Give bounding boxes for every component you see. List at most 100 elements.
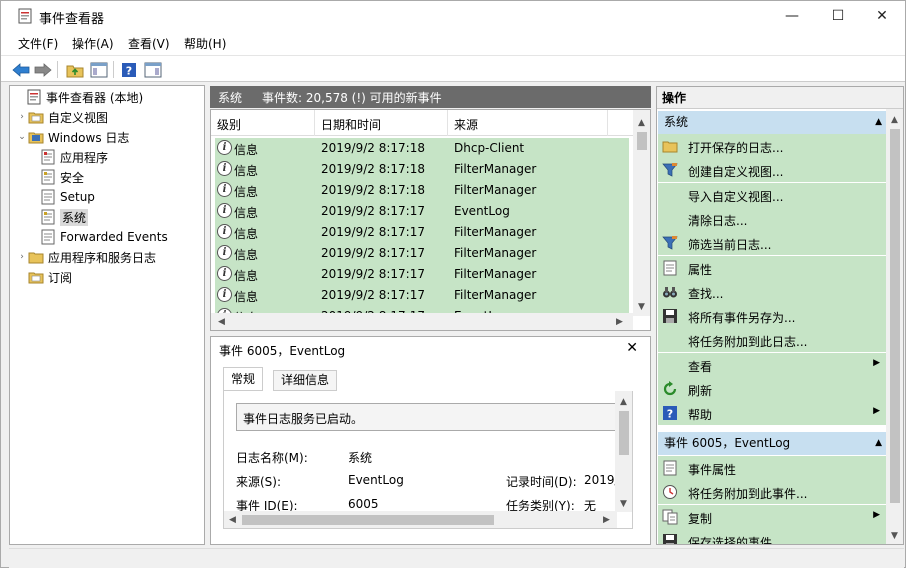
actions-section-event[interactable]: 事件 6005，EventLog ▲ xyxy=(658,432,888,455)
event-list-vscrollbar[interactable]: ▲ ▼ xyxy=(633,110,650,316)
action-item[interactable]: 将任务附加到此事件... xyxy=(658,480,888,505)
scroll-right-icon[interactable]: ▶ xyxy=(598,511,615,528)
info-icon: i xyxy=(217,203,232,218)
action-item[interactable]: 属性 xyxy=(658,255,888,280)
action-label: 刷新 xyxy=(688,384,713,398)
scroll-down-icon[interactable]: ▼ xyxy=(615,495,632,512)
collapse-arrow-icon[interactable]: ⌄ xyxy=(16,132,28,142)
scroll-down-icon[interactable]: ▼ xyxy=(633,298,650,315)
status-bar xyxy=(9,548,904,568)
event-row[interactable]: i信息 2019/9/2 8:17:17 EventLog xyxy=(215,201,629,222)
maximize-button[interactable]: ☐ xyxy=(815,1,861,31)
folder-icon xyxy=(662,141,678,153)
cell-level: 信息 xyxy=(234,248,259,262)
expand-arrow-icon[interactable]: › xyxy=(16,252,28,262)
menu-view[interactable]: 查看(V) xyxy=(128,35,170,52)
help-icon[interactable]: ? xyxy=(119,60,139,79)
log-icon xyxy=(41,209,55,225)
tree-item-setup[interactable]: Setup xyxy=(40,187,95,207)
minimize-button[interactable]: — xyxy=(769,1,815,31)
cell-source: Dhcp-Client xyxy=(454,141,525,155)
event-row[interactable]: i 信息 2019/9/2 8:17:17 FilterManager xyxy=(215,243,629,264)
action-item[interactable]: 保存选择的事件... xyxy=(658,528,888,544)
event-list-hscrollbar[interactable]: ◀ ▶ xyxy=(211,313,633,330)
forward-icon[interactable] xyxy=(33,60,53,79)
tree-item-security[interactable]: 安全 xyxy=(40,167,84,187)
event-row[interactable]: i 信息 2019/9/2 8:17:17 FilterManager xyxy=(215,264,629,285)
scroll-thumb[interactable] xyxy=(637,132,647,150)
scroll-left-icon[interactable]: ◀ xyxy=(213,313,230,330)
event-list-header: 级别 日期和时间 来源 xyxy=(211,110,633,136)
close-detail-icon[interactable]: ✕ xyxy=(626,340,638,356)
column-datetime[interactable]: 日期和时间 xyxy=(315,110,448,136)
action-item[interactable]: 创建自定义视图... xyxy=(658,158,888,183)
cell-level: 信息 xyxy=(234,143,259,157)
back-icon[interactable] xyxy=(11,60,31,79)
event-row[interactable]: i 信息 2019/9/2 8:17:17 FilterManager xyxy=(215,285,629,306)
detail-vscrollbar[interactable]: ▲ ▼ xyxy=(615,391,632,512)
action-item[interactable]: 查找... xyxy=(658,279,888,304)
event-viewer-window: 事件查看器 — ☐ ✕ 文件(F) 操作(A) 查看(V) 帮助(H) ? 事件… xyxy=(0,0,906,568)
column-source[interactable]: 来源 xyxy=(448,110,608,136)
detail-hscrollbar[interactable]: ◀ ▶ xyxy=(224,511,617,528)
show-hide-tree-icon[interactable] xyxy=(89,60,109,79)
action-item[interactable]: 筛选当前日志... xyxy=(658,231,888,256)
scroll-up-icon[interactable]: ▲ xyxy=(615,393,632,410)
tree-item-root[interactable]: 事件查看器 (本地) xyxy=(14,87,143,107)
tree-item-system[interactable]: 系统 xyxy=(40,207,89,227)
cell-datetime: 2019/9/2 8:17:17 xyxy=(321,267,425,281)
toolbar-separator xyxy=(113,61,114,78)
copy-icon xyxy=(662,509,678,525)
scroll-down-icon[interactable]: ▼ xyxy=(886,527,903,544)
scroll-thumb[interactable] xyxy=(890,129,900,503)
event-row[interactable]: i 信息 2019/9/2 8:17:18 FilterManager xyxy=(215,159,629,180)
action-item[interactable]: 刷新 xyxy=(658,377,888,401)
column-level[interactable]: 级别 xyxy=(211,110,315,136)
action-item[interactable]: 清除日志... xyxy=(658,206,888,231)
menu-action[interactable]: 操作(A) xyxy=(72,35,114,52)
menu-help[interactable]: 帮助(H) xyxy=(184,35,226,52)
cell-level: 信息 xyxy=(234,164,259,178)
tree-item-forwarded-events[interactable]: Forwarded Events xyxy=(40,227,168,247)
scroll-thumb[interactable] xyxy=(242,515,494,525)
tree-item-windows-logs[interactable]: ⌄ Windows 日志 xyxy=(16,127,129,147)
action-item[interactable]: ? 帮助 ▶ xyxy=(658,401,888,426)
action-label: 筛选当前日志... xyxy=(688,238,772,253)
collapse-caret-icon[interactable]: ▲ xyxy=(875,111,882,134)
action-item[interactable]: 查看 ▶ xyxy=(658,352,888,377)
action-item[interactable]: 将任务附加到此日志... xyxy=(658,328,888,353)
scroll-right-icon[interactable]: ▶ xyxy=(611,313,628,330)
cell-source: FilterManager xyxy=(454,225,537,239)
scroll-thumb[interactable] xyxy=(619,411,629,455)
tab-details[interactable]: 详细信息 xyxy=(273,370,338,391)
tree-label: Forwarded Events xyxy=(60,230,168,244)
expand-arrow-icon[interactable]: › xyxy=(16,112,28,122)
event-row[interactable]: i 信息 2019/9/2 8:17:17 FilterManager xyxy=(215,222,629,243)
tree-item-app-service-logs[interactable]: › 应用程序和服务日志 xyxy=(16,247,156,267)
show-hide-action-pane-icon[interactable] xyxy=(143,60,163,79)
action-item[interactable]: 打开保存的日志... xyxy=(658,134,888,158)
scroll-up-icon[interactable]: ▲ xyxy=(633,114,650,131)
clock-icon xyxy=(663,485,677,500)
tab-general[interactable]: 常规 xyxy=(223,367,264,391)
action-item[interactable]: 导入自定义视图... xyxy=(658,182,888,207)
event-row[interactable]: i 信息 2019/9/2 8:17:18 Dhcp-Client xyxy=(215,138,629,159)
collapse-caret-icon[interactable]: ▲ xyxy=(875,432,882,455)
submenu-arrow-icon: ▶ xyxy=(873,357,880,368)
up-folder-icon[interactable] xyxy=(65,60,85,79)
scroll-up-icon[interactable]: ▲ xyxy=(886,111,903,128)
action-item[interactable]: 复制 ▶ xyxy=(658,504,888,529)
actions-vscrollbar[interactable]: ▲ ▼ xyxy=(886,109,903,544)
scroll-left-icon[interactable]: ◀ xyxy=(224,511,241,528)
menu-file[interactable]: 文件(F) xyxy=(18,35,58,52)
svg-text:?: ? xyxy=(667,408,673,421)
actions-section-system[interactable]: 系统 ▲ xyxy=(658,111,888,134)
action-item[interactable]: 事件属性 xyxy=(658,456,888,480)
action-item[interactable]: 将所有事件另存为... xyxy=(658,304,888,329)
tree-item-subscriptions[interactable]: 订阅 xyxy=(28,267,72,287)
tree-item-application[interactable]: 应用程序 xyxy=(40,147,108,167)
close-button[interactable]: ✕ xyxy=(859,1,905,31)
event-row[interactable]: i 信息 2019/9/2 8:17:18 FilterManager xyxy=(215,180,629,201)
info-icon: i xyxy=(217,266,232,281)
tree-item-custom-views[interactable]: › 自定义视图 xyxy=(16,107,108,127)
